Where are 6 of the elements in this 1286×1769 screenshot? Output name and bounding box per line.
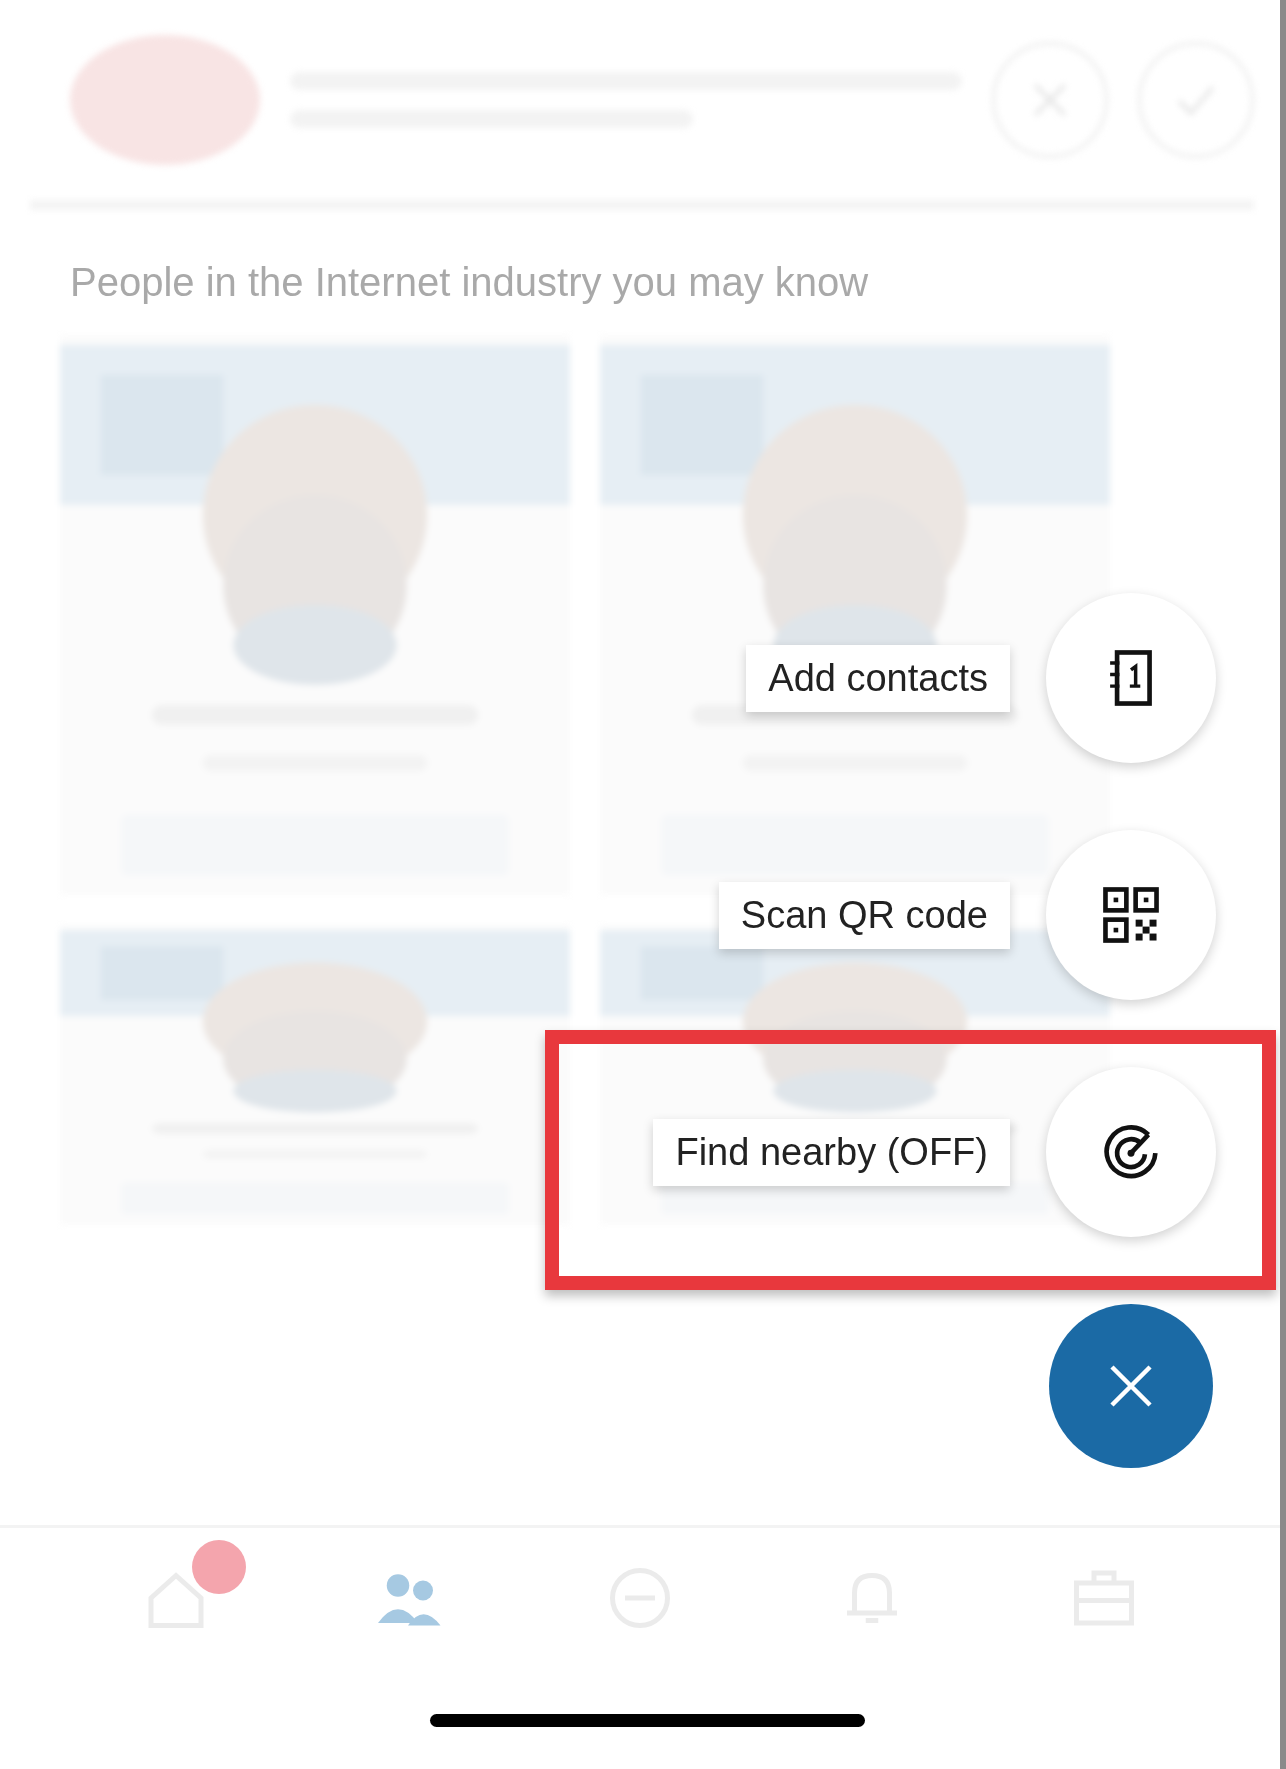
radar-icon <box>1102 1123 1160 1181</box>
qr-code-icon <box>1102 886 1160 944</box>
section-heading: People in the Internet industry you may know <box>69 259 870 306</box>
action-label[interactable]: Scan QR code <box>718 881 1010 949</box>
action-label[interactable]: Find nearby (OFF) <box>653 1118 1010 1186</box>
action-label[interactable]: Add contacts <box>746 644 1010 712</box>
